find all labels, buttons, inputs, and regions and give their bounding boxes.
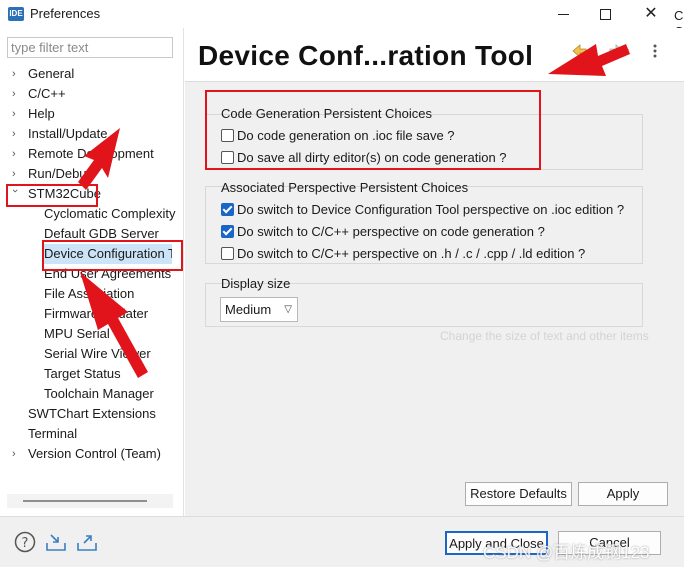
tree-item-general[interactable]: › General — [0, 64, 184, 84]
tree-item-cpp[interactable]: › C/C++ — [0, 84, 184, 104]
page-header: Device Conf...ration Tool — [185, 28, 684, 82]
tree-item-version-control[interactable]: › Version Control (Team) — [0, 444, 184, 464]
scrollbar-thumb[interactable] — [23, 500, 147, 502]
chevron-right-icon[interactable]: › — [12, 104, 22, 124]
tree-item-swtchart-extensions[interactable]: SWTChart Extensions — [28, 404, 156, 424]
view-menu-button[interactable] — [652, 42, 660, 60]
switch-dct-perspective-option[interactable]: Do switch to Device Configuration Tool p… — [221, 200, 624, 218]
tree-item-end-user-agreements[interactable]: End User Agreements — [44, 264, 171, 284]
maximize-button[interactable] — [588, 3, 622, 25]
chevron-down-icon: ▽ — [284, 304, 292, 315]
close-icon: ✕ — [644, 5, 658, 22]
preference-page: Device Conf...ration Tool Code Generatio… — [185, 28, 684, 516]
watermark: CSDN @百炼成钢123 — [483, 543, 650, 562]
display-size-select[interactable]: Medium ▽ — [220, 297, 298, 322]
tree-item-run-debug[interactable]: › Run/Debug — [0, 164, 184, 184]
tree-item-target-status[interactable]: Target Status — [44, 364, 121, 384]
tree-item-device-configuration-tool[interactable]: Device Configuration Tool — [42, 244, 172, 264]
chevron-right-icon[interactable]: › — [12, 164, 22, 184]
switch-cpp-on-codegen-option[interactable]: Do switch to C/C++ perspective on code g… — [221, 222, 545, 240]
tree-item-terminal[interactable]: Terminal — [28, 424, 77, 444]
tree-item-help[interactable]: › Help — [0, 104, 184, 124]
code-generation-group-label: Code Generation Persistent Choices — [221, 106, 433, 121]
chevron-down-icon[interactable]: › — [5, 189, 25, 199]
switch-cpp-on-edit-checkbox[interactable] — [221, 246, 234, 260]
chevron-right-icon[interactable]: › — [12, 444, 22, 464]
perspective-group-label: Associated Perspective Persistent Choice… — [221, 180, 469, 195]
tree-item-cyclomatic-complexity[interactable]: Cyclomatic Complexity — [44, 204, 175, 224]
display-size-group-label: Display size — [221, 276, 291, 291]
page-title: Device Conf...ration Tool — [198, 40, 534, 71]
export-icon[interactable] — [76, 531, 98, 553]
ide-app-icon: IDE — [8, 7, 24, 21]
tree-item-default-gdb-server[interactable]: Default GDB Server — [44, 224, 159, 244]
chevron-right-icon[interactable]: › — [12, 64, 22, 84]
save-dirty-editors-checkbox[interactable] — [221, 150, 234, 164]
chevron-right-icon[interactable]: › — [12, 144, 22, 164]
tree-item-mpu-serial[interactable]: MPU Serial — [44, 324, 110, 344]
forward-nav-button[interactable] — [609, 42, 635, 60]
apply-button[interactable]: Apply — [578, 482, 668, 506]
filter-input[interactable] — [7, 37, 173, 58]
switch-cpp-on-edit-option[interactable]: Do switch to C/C++ perspective on .h / .… — [221, 244, 585, 262]
display-size-hint: Change the size of text and other items — [440, 329, 649, 343]
tree-item-stm32cube[interactable]: › STM32Cube — [0, 184, 184, 204]
tree-item-remote-development[interactable]: › Remote Development — [0, 144, 184, 164]
chevron-right-icon[interactable]: › — [12, 124, 22, 144]
tree-item-firmware-updater[interactable]: Firmware Updater — [44, 304, 148, 324]
switch-cpp-on-codegen-checkbox[interactable] — [221, 224, 234, 238]
more-vertical-icon — [653, 44, 657, 58]
horizontal-scrollbar[interactable] — [7, 494, 173, 508]
tree-item-install-update[interactable]: › Install/Update — [0, 124, 184, 144]
tree-item-toolchain-manager[interactable]: Toolchain Manager — [44, 384, 154, 404]
preferences-sidebar: › General › C/C++ › Help › Install/Updat… — [0, 28, 184, 516]
minimize-button[interactable] — [546, 3, 580, 25]
import-icon[interactable] — [45, 531, 67, 553]
code-gen-on-save-option[interactable]: Do code generation on .ioc file save ? — [221, 126, 455, 144]
code-gen-on-save-checkbox[interactable] — [221, 128, 234, 142]
title-bar: IDE Preferences ✕ — [0, 0, 684, 28]
minimize-icon — [557, 13, 569, 15]
forward-arrow-icon — [609, 44, 629, 58]
close-button[interactable]: ✕ — [634, 3, 668, 25]
back-arrow-icon — [572, 44, 594, 58]
chevron-right-icon[interactable]: › — [12, 84, 22, 104]
svg-text:?: ? — [22, 536, 29, 551]
maximize-icon — [599, 8, 611, 20]
save-dirty-editors-option[interactable]: Do save all dirty editor(s) on code gene… — [221, 148, 507, 166]
restore-defaults-button[interactable]: Restore Defaults — [465, 482, 572, 506]
window-title: Preferences — [30, 6, 101, 21]
help-icon[interactable]: ? — [14, 531, 36, 553]
back-nav-button[interactable] — [571, 42, 597, 60]
switch-dct-perspective-checkbox[interactable] — [221, 202, 234, 216]
tree-item-serial-wire-viewer[interactable]: Serial Wire Viewer — [44, 344, 151, 364]
tree-item-file-association[interactable]: File Association — [44, 284, 134, 304]
